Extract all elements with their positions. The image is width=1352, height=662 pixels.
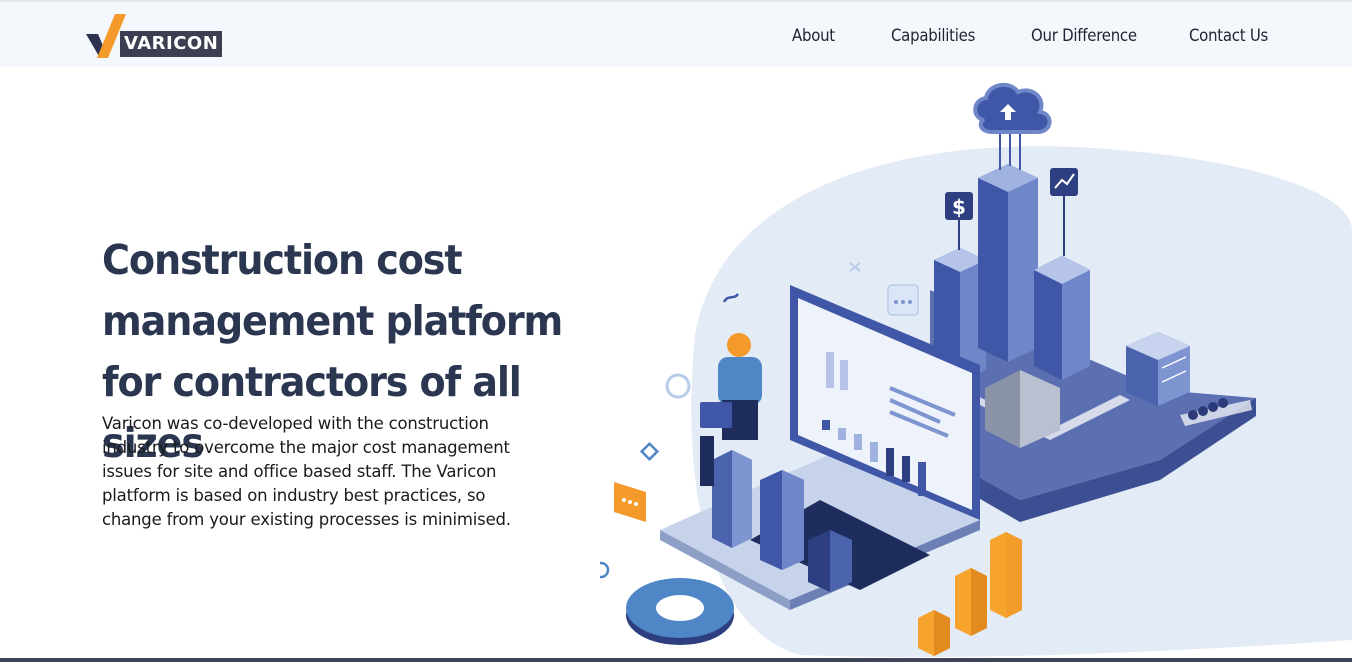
ring-decoration [665, 373, 691, 399]
donut-chart [626, 578, 734, 645]
hero-description: Varicon was co-developed with the constr… [102, 414, 511, 529]
nav-our-difference[interactable]: Our Difference [1031, 26, 1137, 46]
nav-about[interactable]: About [792, 26, 835, 46]
brand-logo[interactable]: VARICON [86, 12, 223, 60]
site-header: VARICON About Capabilities Our Differenc… [0, 2, 1352, 67]
chat-bubble-icon [887, 284, 919, 316]
logo-wordmark: VARICON [120, 31, 223, 57]
building-right [1034, 256, 1090, 380]
dollar-symbol: $ [952, 195, 966, 219]
hero-illustration: $ [600, 82, 1352, 658]
bottom-bar [0, 658, 1352, 662]
nav-contact-us[interactable]: Contact Us [1189, 26, 1268, 46]
nav-capabilities[interactable]: Capabilities [891, 26, 975, 46]
building-tall [978, 164, 1038, 362]
server-stack-icon [1126, 332, 1190, 406]
message-icon [614, 482, 646, 522]
